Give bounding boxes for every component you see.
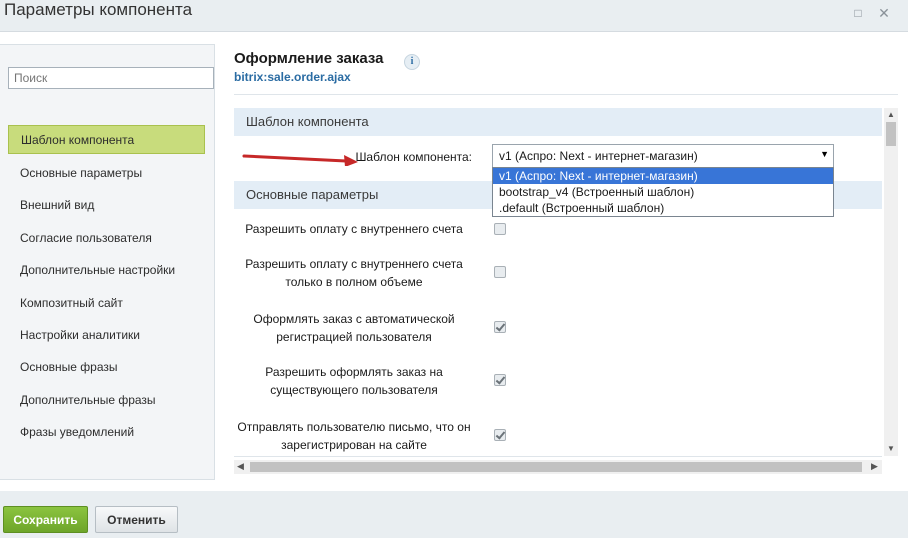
- scroll-left-icon[interactable]: ◀: [237, 461, 244, 472]
- template-option[interactable]: v1 (Аспро: Next - интернет-магазин): [493, 168, 833, 184]
- sidebar: Шаблон компонента Основные параметры Вне…: [0, 44, 215, 480]
- footer-bar: Сохранить Отменить: [0, 491, 908, 538]
- horizontal-scroll-thumb[interactable]: [250, 462, 862, 472]
- template-label: Шаблон компонента:: [355, 150, 472, 164]
- window-title: Параметры компонента: [4, 0, 193, 19]
- param-label: Оформлять заказ с автоматической регистр…: [253, 312, 455, 344]
- component-code: bitrix:sale.order.ajax: [234, 70, 351, 84]
- close-icon[interactable]: ✕: [876, 5, 892, 21]
- template-option[interactable]: bootstrap_v4 (Встроенный шаблон): [493, 184, 833, 200]
- sidebar-item-analytics[interactable]: Настройки аналитики: [8, 319, 205, 351]
- main-area: Оформление заказа i bitrix:sale.order.aj…: [234, 44, 898, 484]
- template-option[interactable]: .default (Встроенный шаблон): [493, 200, 833, 216]
- restore-icon[interactable]: □: [850, 5, 866, 21]
- param-label: Отправлять пользователю письмо, что он з…: [237, 420, 471, 452]
- template-select-value: v1 (Аспро: Next - интернет-магазин): [499, 149, 698, 163]
- param-checkbox[interactable]: [494, 223, 506, 235]
- vertical-scroll-thumb[interactable]: [886, 122, 896, 146]
- template-dropdown: v1 (Аспро: Next - интернет-магазин) boot…: [492, 167, 834, 217]
- sidebar-item-extra-phrases[interactable]: Дополнительные фразы: [8, 384, 205, 416]
- sidebar-item-extra-settings[interactable]: Дополнительные настройки: [8, 254, 205, 286]
- save-button[interactable]: Сохранить: [3, 506, 88, 533]
- param-checkbox[interactable]: [494, 429, 506, 441]
- scroll-down-icon[interactable]: ▼: [887, 444, 895, 453]
- title-bar: Параметры компонента □ ✕: [0, 0, 908, 30]
- sidebar-item-main-params[interactable]: Основные параметры: [8, 157, 205, 189]
- param-checkbox[interactable]: [494, 374, 506, 386]
- divider: [234, 94, 898, 95]
- horizontal-scrollbar[interactable]: ◀ ▶: [234, 460, 882, 474]
- vertical-scrollbar[interactable]: ▲ ▼: [884, 108, 898, 456]
- sidebar-item-composite[interactable]: Композитный сайт: [8, 287, 205, 319]
- template-select[interactable]: v1 (Аспро: Next - интернет-магазин) ▼: [492, 144, 834, 168]
- param-label: Разрешить оплату с внутреннего счета тол…: [245, 257, 463, 289]
- param-label: Разрешить оплату с внутреннего счета: [245, 222, 463, 236]
- dialog-content: Шаблон компонента Основные параметры Вне…: [0, 31, 908, 491]
- section-header-template: Шаблон компонента: [234, 108, 882, 136]
- scroll-up-icon[interactable]: ▲: [887, 110, 895, 119]
- param-checkbox[interactable]: [494, 321, 506, 333]
- sidebar-item-main-phrases[interactable]: Основные фразы: [8, 351, 205, 383]
- sidebar-item-notify-phrases[interactable]: Фразы уведомлений: [8, 416, 205, 448]
- info-icon[interactable]: i: [404, 54, 420, 70]
- param-checkbox[interactable]: [494, 266, 506, 278]
- param-label: Разрешить оформлять заказ на существующе…: [265, 365, 443, 397]
- settings-panel: Шаблон компонента Шаблон компонента: v1 …: [234, 108, 882, 457]
- cancel-button[interactable]: Отменить: [95, 506, 178, 533]
- sidebar-item-user-consent[interactable]: Согласие пользователя: [8, 222, 205, 254]
- chevron-down-icon: ▼: [820, 149, 829, 159]
- sidebar-item-template[interactable]: Шаблон компонента: [8, 125, 205, 154]
- sidebar-item-appearance[interactable]: Внешний вид: [8, 189, 205, 221]
- sidebar-nav: Шаблон компонента Основные параметры Вне…: [8, 125, 205, 449]
- search-input[interactable]: [8, 67, 214, 89]
- scroll-right-icon[interactable]: ▶: [871, 461, 878, 472]
- component-title: Оформление заказа: [234, 50, 384, 67]
